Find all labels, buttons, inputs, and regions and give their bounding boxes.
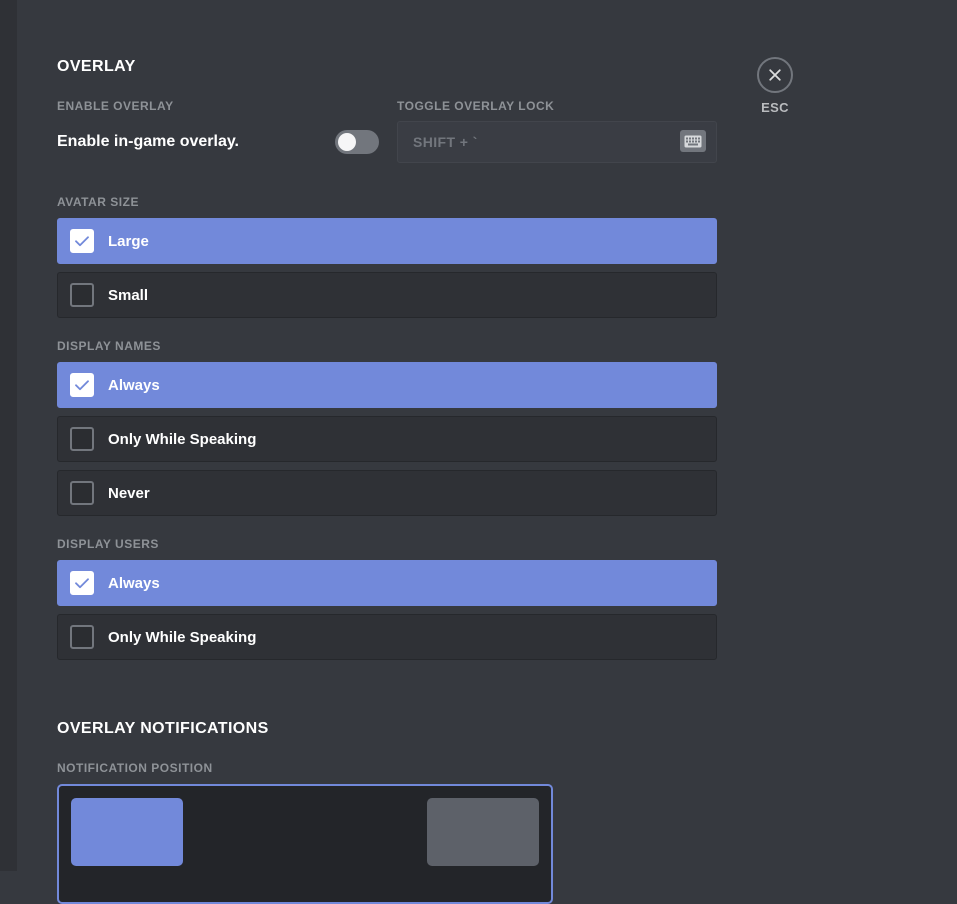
option-label: Always — [108, 376, 160, 394]
notification-position-cell-top-left[interactable] — [71, 798, 183, 866]
checkbox-unchecked-icon — [70, 283, 94, 307]
settings-content-pane: ESC OVERLAY ENABLE OVERLAY Enable in-gam… — [17, 0, 957, 904]
display-names-option-always[interactable]: Always — [57, 362, 717, 408]
checkbox-unchecked-icon — [70, 481, 94, 505]
display-users-option-only-while-speaking[interactable]: Only While Speaking — [57, 614, 717, 660]
display-users-option-always[interactable]: Always — [57, 560, 717, 606]
toggle-knob — [338, 133, 356, 151]
display-names-label: DISPLAY NAMES — [57, 339, 161, 353]
option-label: Only While Speaking — [108, 628, 257, 646]
display-names-option-only-while-speaking[interactable]: Only While Speaking — [57, 416, 717, 462]
checkbox-unchecked-icon — [70, 625, 94, 649]
notification-position-picker[interactable] — [57, 784, 553, 904]
toggle-overlay-lock-label: TOGGLE OVERLAY LOCK — [397, 99, 555, 113]
option-label: Only While Speaking — [108, 430, 257, 448]
checkbox-checked-icon — [70, 571, 94, 595]
option-label: Large — [108, 232, 149, 250]
notification-position-label: NOTIFICATION POSITION — [57, 761, 213, 775]
display-users-label: DISPLAY USERS — [57, 537, 159, 551]
avatar-size-label: AVATAR SIZE — [57, 195, 139, 209]
option-label: Always — [108, 574, 160, 592]
checkbox-unchecked-icon — [70, 427, 94, 451]
avatar-size-option-small[interactable]: Small — [57, 272, 717, 318]
close-icon — [767, 67, 783, 83]
page-title: OVERLAY — [57, 58, 136, 75]
option-label: Small — [108, 286, 149, 304]
checkbox-checked-icon — [70, 373, 94, 397]
keyboard-icon[interactable] — [680, 130, 706, 152]
keybind-value: SHIFT + ` — [413, 134, 478, 150]
avatar-size-option-large[interactable]: Large — [57, 218, 717, 264]
keybind-input[interactable]: SHIFT + ` — [397, 121, 717, 163]
enable-overlay-description: Enable in-game overlay. — [57, 133, 239, 150]
esc-label: ESC — [761, 100, 789, 115]
close-esc-control[interactable]: ESC — [742, 57, 808, 115]
notification-position-cell-top-right[interactable] — [427, 798, 539, 866]
checkbox-checked-icon — [70, 229, 94, 253]
enable-overlay-label: ENABLE OVERLAY — [57, 99, 174, 113]
option-label: Never — [108, 484, 150, 502]
display-names-option-never[interactable]: Never — [57, 470, 717, 516]
enable-overlay-toggle[interactable] — [335, 130, 379, 154]
sidebar-edge — [0, 0, 17, 871]
close-button[interactable] — [757, 57, 793, 93]
overlay-notifications-title: OVERLAY NOTIFICATIONS — [57, 720, 269, 737]
